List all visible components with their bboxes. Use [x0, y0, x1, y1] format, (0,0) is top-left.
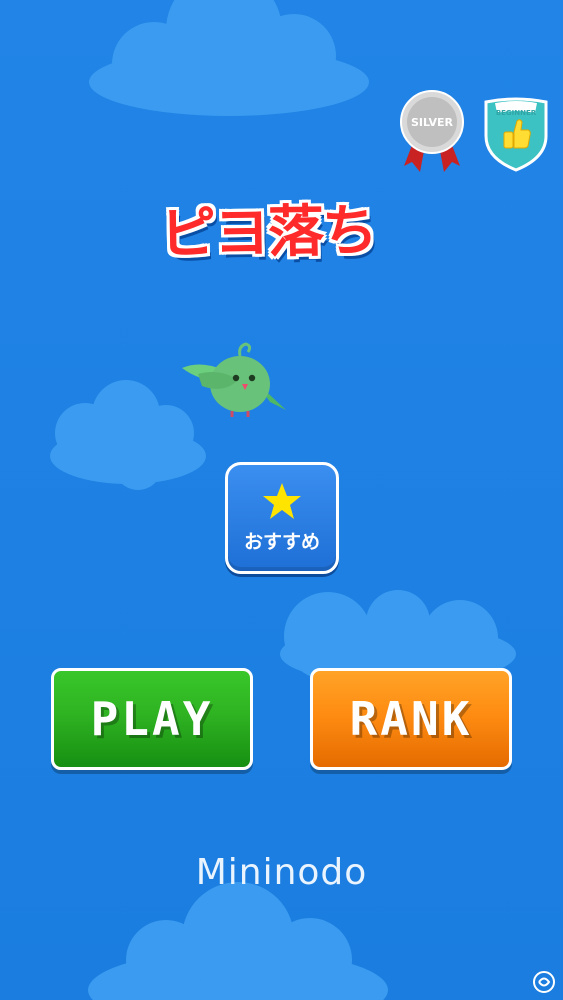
recommend-label: おすすめ [243, 530, 320, 553]
cloud-bottom [88, 880, 388, 1000]
title-screen: SILVER BEGINNER ピヨ落ち おすすめ PLAY RANK Mini… [0, 0, 563, 1000]
silver-medal-icon: SILVER [400, 90, 464, 172]
play-button-label: PLAY [90, 692, 214, 746]
play-button[interactable]: PLAY [51, 668, 253, 770]
recommend-button[interactable]: おすすめ [225, 462, 339, 574]
star-icon [263, 482, 301, 519]
developer-name: Mininodo [195, 852, 368, 893]
thumbs-up-shield-icon: BEGINNER [484, 97, 548, 172]
cloud-top [84, 0, 374, 130]
rank-button[interactable]: RANK [310, 668, 512, 770]
beginner-badge[interactable]: BEGINNER [482, 96, 550, 172]
silver-badge-text: SILVER [411, 116, 454, 129]
beginner-badge-text: BEGINNER [496, 109, 537, 117]
rank-button-label: RANK [349, 692, 473, 746]
game-title: ピヨ落ち [159, 198, 377, 268]
silver-medal-badge[interactable]: SILVER [400, 90, 464, 176]
bird-mascot-icon [180, 340, 292, 420]
corner-logo-icon [532, 970, 556, 994]
